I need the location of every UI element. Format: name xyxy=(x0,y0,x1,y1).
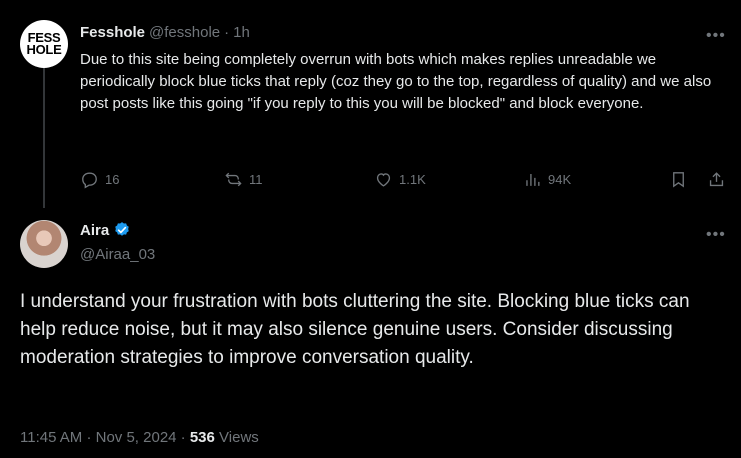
fesshole-avatar[interactable]: FESS HOLE xyxy=(20,20,68,68)
like-button[interactable]: 1.1K xyxy=(374,170,426,189)
parent-timestamp[interactable]: 1h xyxy=(233,24,250,41)
share-icon xyxy=(709,171,724,186)
views-label: Views xyxy=(219,429,259,446)
aira-avatar[interactable] xyxy=(20,220,68,268)
parent-action-bar: 16 11 1.1K 94K xyxy=(80,168,728,190)
views-icon xyxy=(526,173,540,186)
post-metadata: 11:45 AM · Nov 5, 2024 · 536 Views xyxy=(20,429,259,446)
repost-button[interactable]: 11 xyxy=(224,170,263,189)
like-icon xyxy=(376,172,391,187)
header-separator: · xyxy=(224,24,230,41)
parent-post-text: Due to this site being completely overru… xyxy=(80,51,712,112)
reply-button[interactable]: 16 xyxy=(80,170,119,189)
bookmark-icon xyxy=(673,171,684,188)
parent-handle[interactable]: @fesshole xyxy=(149,24,220,41)
repost-icon xyxy=(225,172,242,186)
like-count: 1.1K xyxy=(399,171,426,187)
reply-icon xyxy=(82,171,97,189)
repost-count: 11 xyxy=(249,171,263,187)
more-icon[interactable]: ••• xyxy=(706,28,726,44)
post-date[interactable]: Nov 5, 2024 xyxy=(96,429,177,446)
parent-post-header: Fesshole @fesshole · 1h xyxy=(80,24,250,41)
views-number: 536 xyxy=(189,429,215,446)
views-count: 94K xyxy=(548,171,572,187)
reply-count: 16 xyxy=(105,171,120,187)
views-button[interactable]: 94K xyxy=(523,170,571,189)
post-thread: FESS HOLE Fesshole @fesshole · 1h ••• Du… xyxy=(0,0,741,458)
post-time[interactable]: 11:45 AM xyxy=(20,429,82,446)
avatar-text-line2: HOLE xyxy=(26,42,62,57)
verified-badge-icon[interactable] xyxy=(113,221,131,239)
more-icon[interactable]: ••• xyxy=(706,227,726,243)
thread-connector-line xyxy=(43,58,45,208)
reply-display-name[interactable]: Aira xyxy=(80,222,109,239)
reply-author-row: Aira xyxy=(80,221,131,239)
reply-post-text: I understand your frustration with bots … xyxy=(20,291,690,368)
share-button[interactable] xyxy=(707,170,726,189)
bookmark-button[interactable] xyxy=(669,170,688,189)
reply-handle[interactable]: @Airaa_03 xyxy=(80,246,155,263)
parent-display-name[interactable]: Fesshole xyxy=(80,24,145,41)
